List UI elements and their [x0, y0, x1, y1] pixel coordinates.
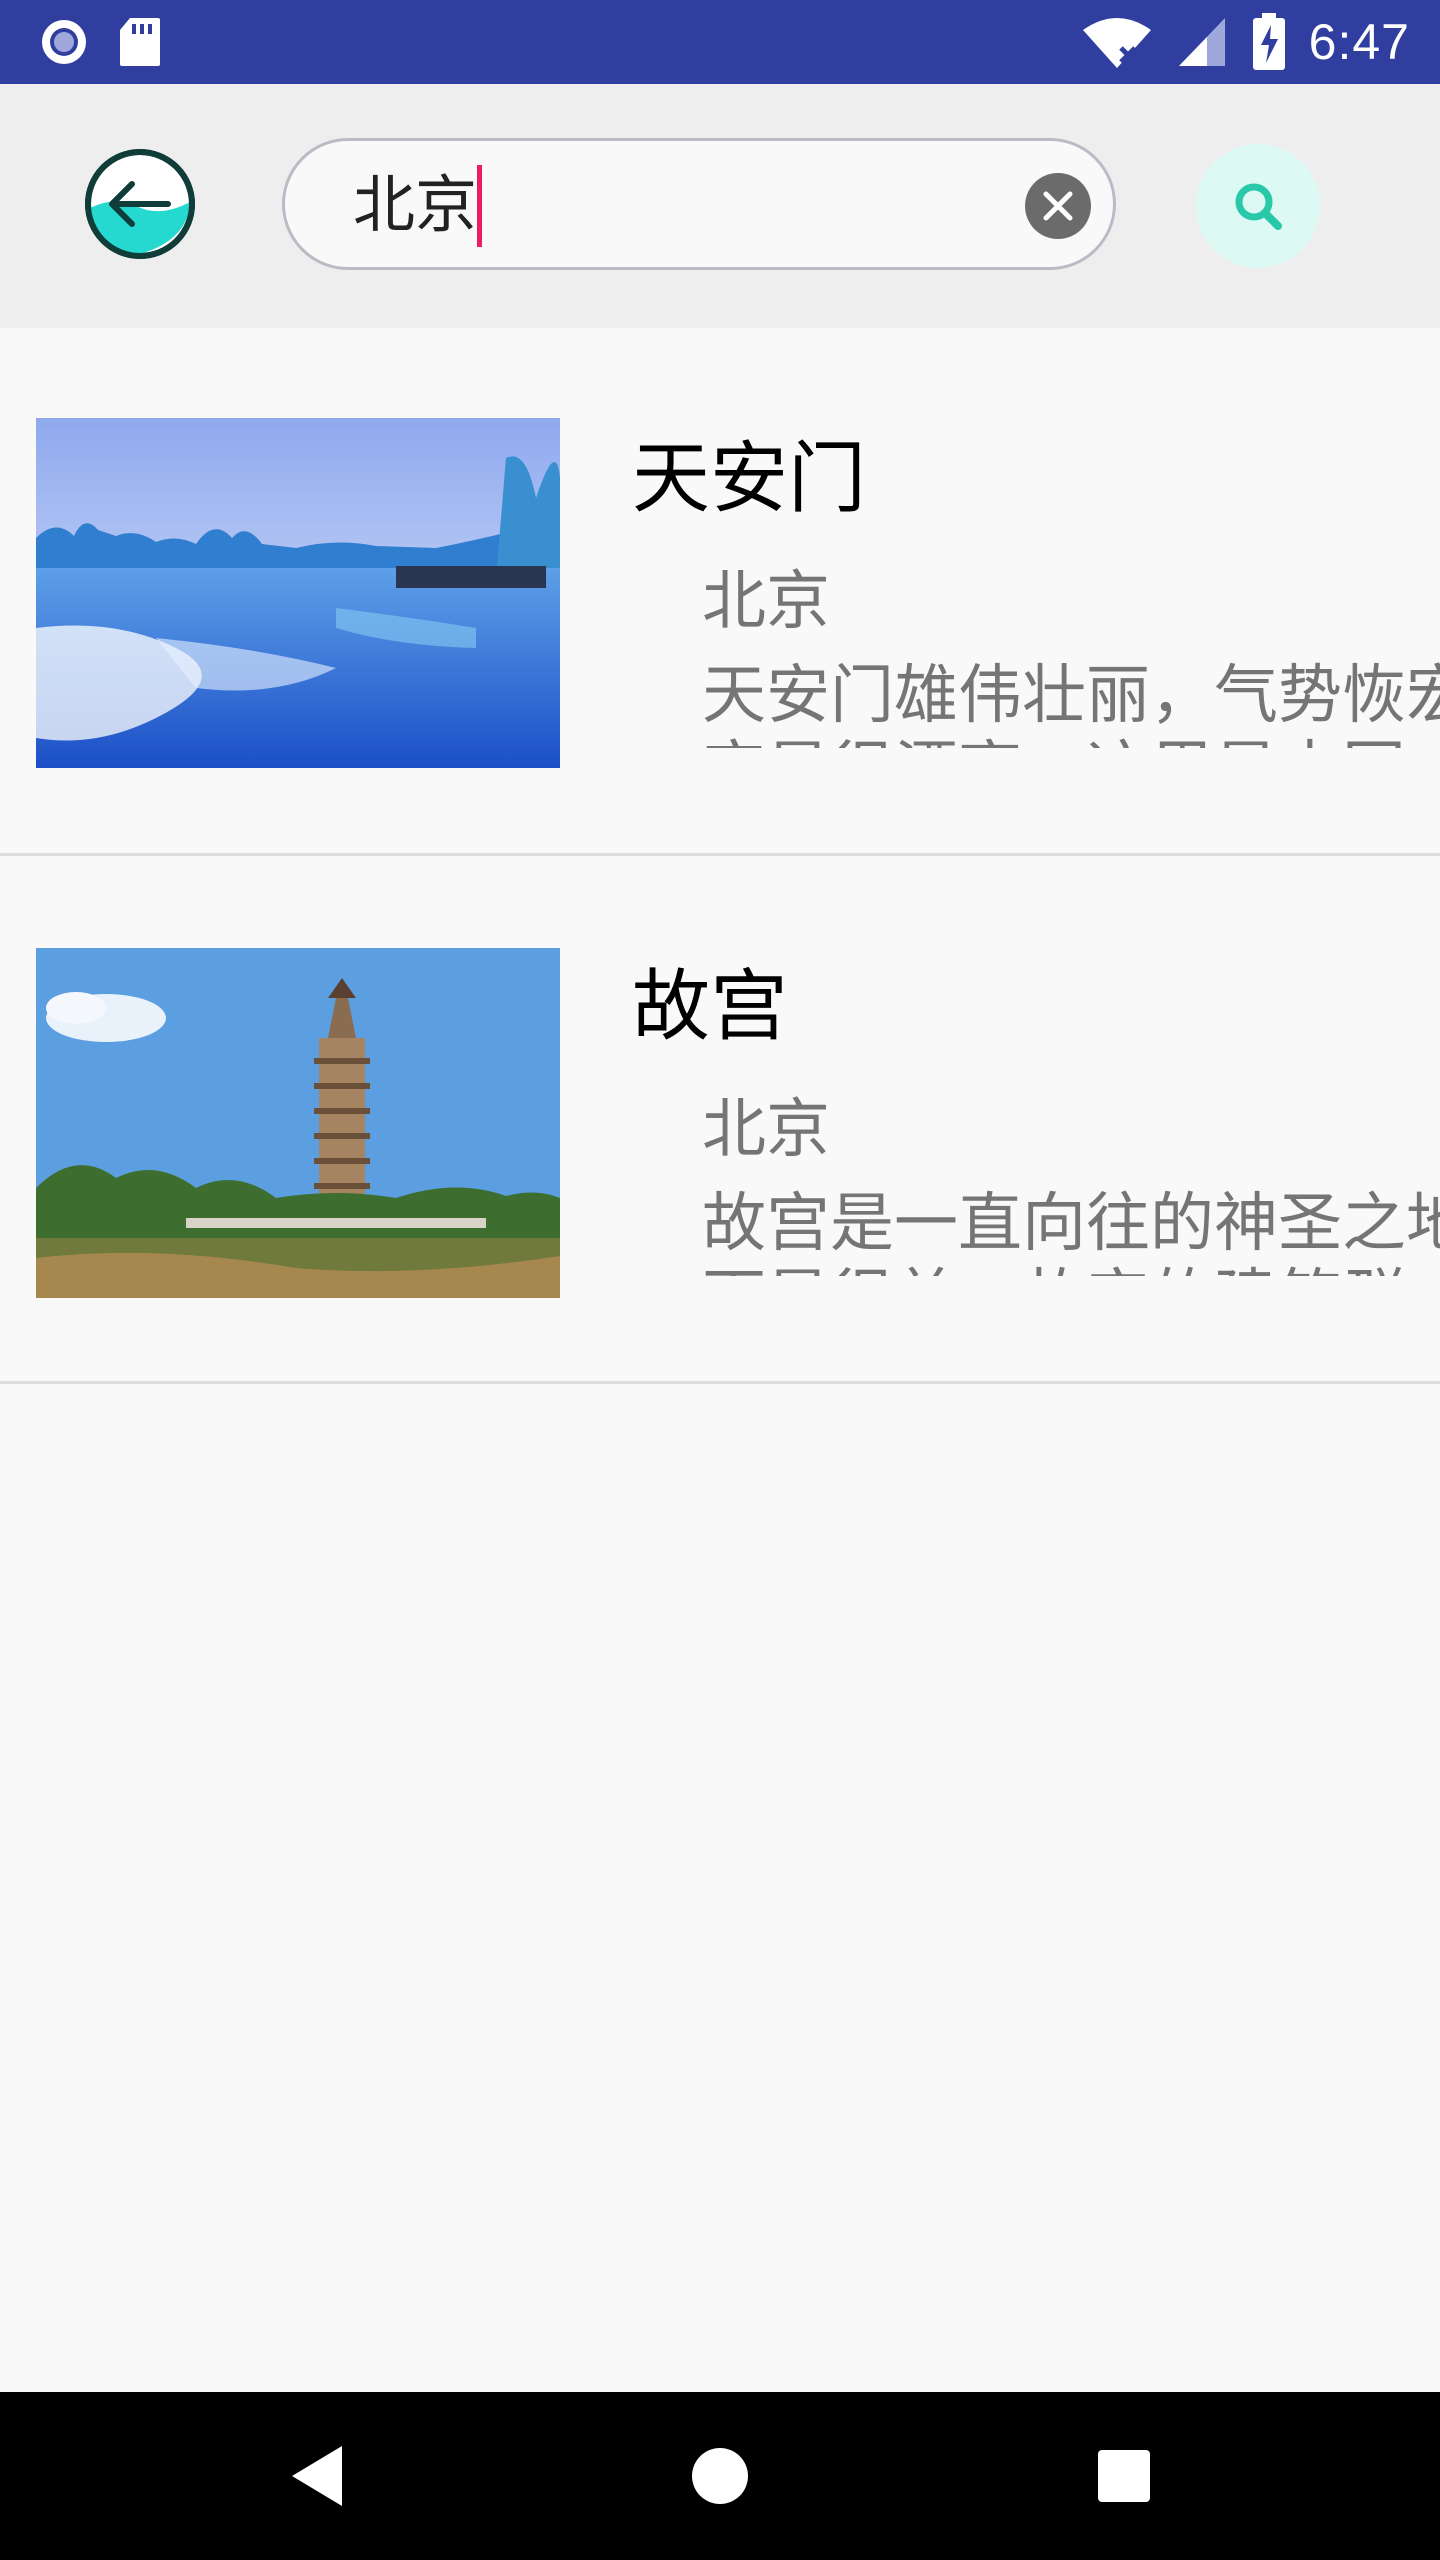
search-icon [1235, 183, 1282, 230]
item-city: 北京 [702, 565, 830, 639]
lake-mountains-image [36, 418, 560, 768]
pagoda-image [36, 948, 560, 1298]
item-title: 故宫 [632, 962, 789, 1052]
status-bar: 6:47 [0, 0, 1440, 84]
clear-icon [1025, 173, 1091, 239]
nav-back-button[interactable] [266, 2426, 366, 2526]
back-arrow-icon [85, 149, 195, 259]
item-description-line: 天安门雄伟壮丽，气势恢宏 [702, 659, 1440, 733]
text-cursor [477, 165, 482, 247]
signal-icon [1178, 18, 1225, 66]
item-description: 天安门雄伟壮丽，气势恢宏 宏是很漂亮，这里是中国 [702, 658, 1440, 748]
search-field[interactable]: 北京 [282, 138, 1116, 270]
nav-recents-icon [1098, 2450, 1150, 2502]
back-button[interactable] [84, 148, 196, 260]
list-item[interactable]: 天安门 北京 天安门雄伟壮丽，气势恢宏 宏是很漂亮，这里是中国 [0, 328, 1440, 856]
item-description-line: 面是很美，故宫的建筑群 [702, 1262, 1440, 1276]
nav-home-button[interactable] [670, 2426, 770, 2526]
nav-recents-button[interactable] [1074, 2426, 1174, 2526]
list-item[interactable]: 故宫 北京 故宫是一直向往的神圣之地 面是很美，故宫的建筑群 [0, 856, 1440, 1384]
search-header: 北京 [0, 84, 1440, 328]
item-title: 天安门 [632, 434, 867, 524]
clear-button[interactable] [1025, 173, 1091, 239]
nav-back-icon [292, 2446, 342, 2506]
navigation-bar [0, 2392, 1440, 2560]
item-description-line: 宏是很漂亮，这里是中国 [702, 734, 1440, 748]
clock: 6:47 [1308, 14, 1410, 70]
search-button[interactable] [1196, 144, 1320, 268]
nav-home-icon [692, 2448, 748, 2504]
wifi-icon [1082, 18, 1151, 68]
item-city: 北京 [702, 1093, 830, 1167]
item-description-line: 故宫是一直向往的神圣之地 [702, 1187, 1440, 1261]
battery-charging-icon [1252, 13, 1285, 70]
record-icon [42, 20, 86, 64]
item-description: 故宫是一直向往的神圣之地 面是很美，故宫的建筑群 [702, 1186, 1440, 1276]
search-input[interactable]: 北京 [353, 163, 477, 247]
sd-card-icon [120, 18, 160, 66]
